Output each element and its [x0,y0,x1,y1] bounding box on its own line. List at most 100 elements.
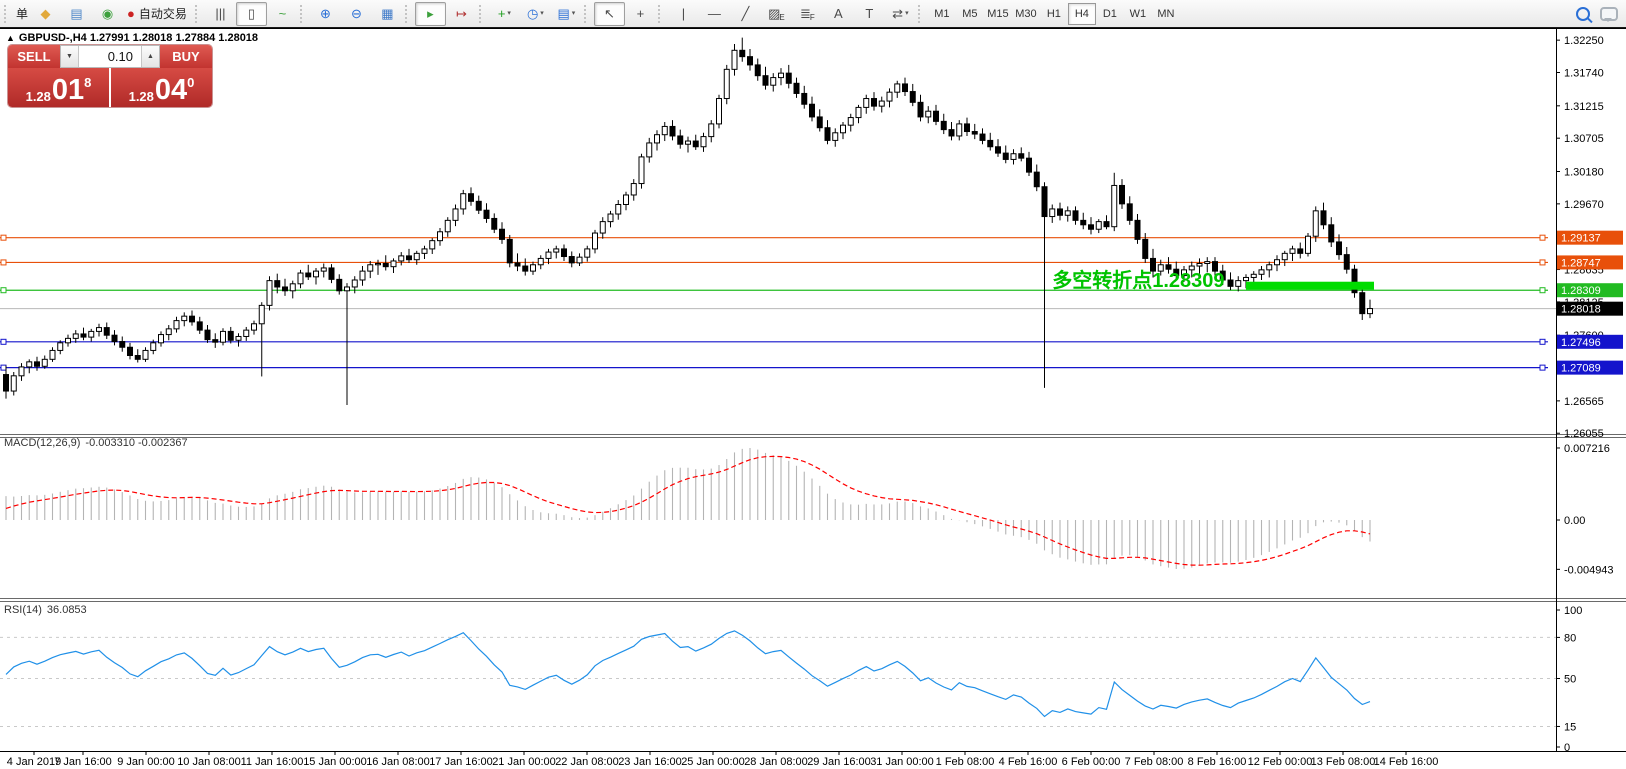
cursor-button[interactable]: ↖ [594,2,625,26]
svg-text:1.27496: 1.27496 [1561,337,1601,349]
fibonacci-button[interactable]: ≣F [792,2,823,26]
tile-windows-button[interactable]: ▦ [372,2,403,26]
templates-button[interactable]: ▤▾ [551,2,582,26]
buy-button[interactable]: BUY [160,45,212,68]
line-handle [1540,235,1545,240]
line-handle [1,365,6,370]
toolbar-grip [584,5,590,23]
chat-icon[interactable] [1600,7,1618,21]
collapse-panel-icon[interactable]: ▲ [6,33,15,43]
volume-input[interactable]: 0.10 [79,46,141,67]
timeframe-button-MN[interactable]: MN [1152,3,1180,25]
svg-text:100: 100 [1564,605,1582,617]
svg-text:4 Feb 16:00: 4 Feb 16:00 [999,756,1058,768]
timeframe-button-H4[interactable]: H4 [1068,3,1096,25]
fibonacci-icon-subscript: F [810,14,815,22]
buy-price-button[interactable]: 1.28 04 0 [111,68,212,107]
timeframe-button-H1[interactable]: H1 [1040,3,1068,25]
line-handle [1540,288,1545,293]
templates-dropdown-arrow[interactable]: ▾ [572,10,576,17]
autotrade-button[interactable]: ●自动交易 [123,2,193,26]
svg-text:50: 50 [1564,674,1576,686]
signal-button[interactable]: ◉ [92,2,123,26]
svg-text:0.007216: 0.007216 [1564,443,1610,455]
bar-chart-button[interactable]: ||| [205,2,236,26]
svg-text:14 Feb 16:00: 14 Feb 16:00 [1374,756,1439,768]
arrows-dropdown-arrow[interactable]: ▾ [905,10,909,17]
equidistant-channel-icon-subscript: E [779,14,784,22]
periods-icon: ◷ [527,7,538,20]
auto-scroll-button[interactable]: ▸ [415,2,446,26]
rsi-value: 36.0853 [47,604,87,616]
buy-price-main: 04 [155,79,187,103]
turning-point-segment[interactable] [1246,282,1374,290]
trendline-icon: ╱ [741,7,749,20]
svg-text:-0.004943: -0.004943 [1564,564,1614,576]
sell-button[interactable]: SELL [8,45,60,68]
toolbar-grip [658,5,664,23]
bar-chart-icon: ||| [215,7,225,20]
text-label-button[interactable]: T [854,2,885,26]
svg-text:多空转折点1.28309: 多空转折点1.28309 [1052,268,1224,292]
toolbar-grip [300,5,306,23]
equidistant-channel-button[interactable]: ▨E [761,2,792,26]
svg-text:1.32250: 1.32250 [1564,35,1604,47]
line-chart-button[interactable]: ~ [267,2,298,26]
timeframe-button-D1[interactable]: D1 [1096,3,1124,25]
toolbar-grip [195,5,201,23]
timeframe-button-W1[interactable]: W1 [1124,3,1152,25]
timeframe-button-M15[interactable]: M15 [984,3,1012,25]
text-button[interactable]: A [823,2,854,26]
periods-button[interactable]: ◷▾ [520,2,551,26]
timeframe-button-M1[interactable]: M1 [928,3,956,25]
svg-text:1.28747: 1.28747 [1561,257,1601,269]
timeframe-button-M30[interactable]: M30 [1012,3,1040,25]
crosshair-button[interactable]: + [625,2,656,26]
toolbar-grip [918,5,924,23]
indicators-button[interactable]: +▾ [489,2,520,26]
svg-text:25 Jan 00:00: 25 Jan 00:00 [681,756,745,768]
arrows-button[interactable]: ⇄▾ [885,2,916,26]
vertical-line-button[interactable]: | [668,2,699,26]
svg-text:15 Jan 00:00: 15 Jan 00:00 [303,756,367,768]
svg-text:1.29670: 1.29670 [1564,199,1604,211]
svg-text:11 Jan 16:00: 11 Jan 16:00 [241,756,304,768]
chart-shift-icon: ↦ [456,7,467,20]
volume-decrease-button[interactable]: ▼ [61,46,79,67]
chart-shift-button[interactable]: ↦ [446,2,477,26]
toolbar-grip [405,5,411,23]
macd-title: MACD(12,26,9) [4,437,80,449]
new-order-icon: ◆ [41,7,51,20]
periods-dropdown-arrow[interactable]: ▾ [540,10,544,17]
indicators-dropdown-arrow[interactable]: ▾ [507,10,511,17]
sell-price-prefix: 1.28 [26,90,51,103]
svg-text:7 Feb 08:00: 7 Feb 08:00 [1125,756,1184,768]
sell-price-button[interactable]: 1.28 01 8 [8,68,109,107]
timeframe-button-M5[interactable]: M5 [956,3,984,25]
svg-text:1.27089: 1.27089 [1561,363,1601,375]
svg-text:1.31215: 1.31215 [1564,101,1604,113]
toolbar: 单◆▤◉●自动交易|||▯~⊕⊖▦▸↦+▾◷▾▤▾↖+|—╱▨E≣FAT⇄▾M1… [0,0,1626,28]
trendline-button[interactable]: ╱ [730,2,761,26]
zoom-in-button[interactable]: ⊕ [310,2,341,26]
sell-price-pip: 8 [84,76,91,89]
zoom-out-button[interactable]: ⊖ [341,2,372,26]
search-icon[interactable] [1576,7,1590,21]
templates-icon: ▤ [557,7,569,20]
crosshair-icon: + [637,7,645,20]
signal-icon: ◉ [102,7,113,20]
new-order-button[interactable]: ◆ [30,2,61,26]
candlestick-chart-button[interactable]: ▯ [236,2,267,26]
candlestick-chart-icon: ▯ [248,7,255,20]
tile-windows-icon: ▦ [381,7,393,20]
chart-canvas[interactable]: 1.322501.317401.312151.307051.301801.296… [0,0,1626,769]
svg-text:1.26055: 1.26055 [1564,428,1604,440]
auto-scroll-icon: ▸ [427,7,434,20]
horizontal-line-button[interactable]: — [699,2,730,26]
svg-text:8 Feb 16:00: 8 Feb 16:00 [1188,756,1247,768]
volume-increase-button[interactable]: ▲ [141,46,159,67]
chart-window-button[interactable]: ▤ [61,2,92,26]
new-order-label-fragment[interactable]: 单 [16,5,28,22]
svg-text:10 Jan 08:00: 10 Jan 08:00 [177,756,241,768]
line-handle [1,260,6,265]
